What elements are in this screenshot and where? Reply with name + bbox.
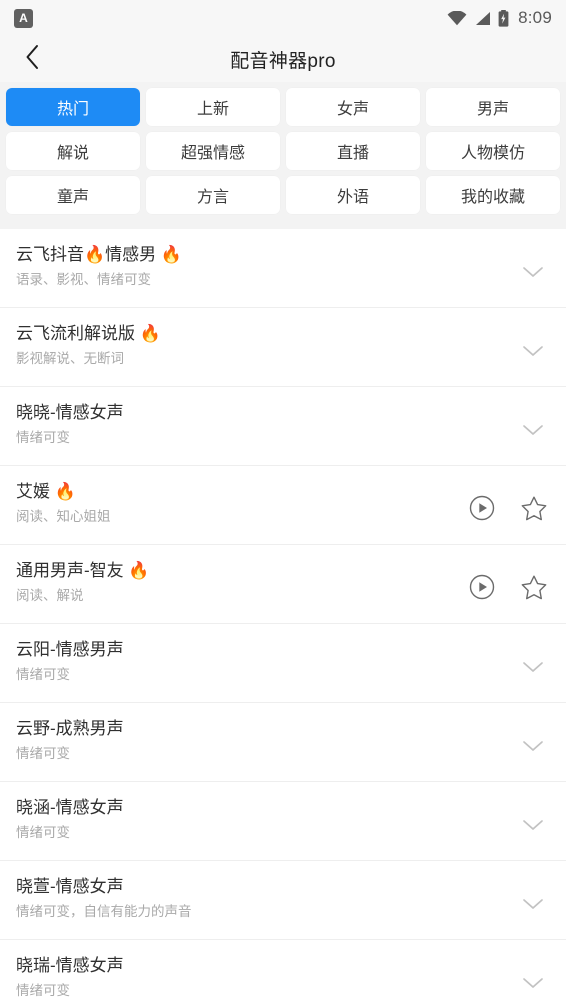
voice-list-item[interactable]: 云野-成熟男声情绪可变 <box>0 703 566 782</box>
voice-item-texts: 晓涵-情感女声情绪可变 <box>16 796 520 844</box>
voice-item-subtitle: 情绪可变 <box>16 667 70 682</box>
chevron-down-icon[interactable] <box>520 654 546 680</box>
voice-item-title: 云阳-情感男声 <box>16 640 124 659</box>
chevron-down-icon[interactable] <box>520 970 546 996</box>
voice-item-title: 晓涵-情感女声 <box>16 798 124 817</box>
voice-item-subtitle: 情绪可变，自信有能力的声音 <box>16 904 192 919</box>
category-chip-label: 我的收藏 <box>460 189 525 206</box>
voice-item-subtitle: 情绪可变 <box>16 430 70 445</box>
category-chip[interactable]: 童声 <box>6 176 140 214</box>
chevron-down-icon[interactable] <box>520 812 546 838</box>
voice-list-item[interactable]: 云飞流利解说版 🔥 影视解说、无断词 <box>0 308 566 387</box>
voice-item-title: 通用男声-智友 🔥 <box>16 561 150 580</box>
cell-signal-icon <box>474 11 491 26</box>
category-chip[interactable]: 直播 <box>286 132 420 170</box>
voice-item-texts: 云阳-情感男声情绪可变 <box>16 638 520 686</box>
category-chip-label: 方言 <box>196 189 229 206</box>
status-bar-clock: 8:09 <box>518 8 552 27</box>
voice-item-texts: 晓萱-情感女声情绪可变，自信有能力的声音 <box>16 875 520 923</box>
category-chip-label: 热门 <box>56 101 89 118</box>
category-chip[interactable]: 女声 <box>286 88 420 126</box>
status-bar: A 8:09 <box>0 0 566 36</box>
chevron-down-icon[interactable] <box>520 733 546 759</box>
voice-list-item[interactable]: 云飞抖音🔥情感男 🔥 语录、影视、情绪可变 <box>0 229 566 308</box>
star-outline-icon[interactable] <box>520 573 548 601</box>
voice-item-subtitle: 情绪可变 <box>16 746 70 761</box>
voice-item-subtitle: 语录、影视、情绪可变 <box>16 272 151 287</box>
voice-item-texts: 艾媛 🔥 阅读、知心姐姐 <box>16 480 468 528</box>
voice-item-actions <box>468 494 548 522</box>
category-chip-label: 童声 <box>56 189 89 206</box>
voice-list-item[interactable]: 晓瑞-情感女声情绪可变 <box>0 940 566 1006</box>
voice-item-title: 云飞流利解说版 🔥 <box>16 324 161 343</box>
voice-item-texts: 晓晓-情感女声情绪可变 <box>16 401 520 449</box>
voice-list-item[interactable]: 晓涵-情感女声情绪可变 <box>0 782 566 861</box>
voice-item-texts: 晓瑞-情感女声情绪可变 <box>16 954 520 1002</box>
chevron-down-icon[interactable] <box>520 891 546 917</box>
voice-item-subtitle: 阅读、解说 <box>16 588 84 603</box>
title-bar: 配音神器pro <box>0 36 566 82</box>
status-bar-left: A <box>14 8 33 28</box>
star-outline-icon[interactable] <box>520 494 548 522</box>
category-chip[interactable]: 我的收藏 <box>426 176 560 214</box>
category-chip[interactable]: 外语 <box>286 176 420 214</box>
voice-list-item[interactable]: 通用男声-智友 🔥 阅读、解说 <box>0 545 566 624</box>
app-root: A 8:09 配音神器pro 热门 上新 女声 男声 解说 超强情感 直播 人物… <box>0 0 566 1006</box>
back-chevron-icon <box>25 44 40 75</box>
category-chip[interactable]: 人物模仿 <box>426 132 560 170</box>
voice-item-texts: 云野-成熟男声情绪可变 <box>16 717 520 765</box>
category-chip-label: 解说 <box>56 145 89 162</box>
play-circle-icon[interactable] <box>468 494 496 522</box>
status-bar-right: 8:09 <box>447 8 552 28</box>
category-chip[interactable]: 方言 <box>146 176 280 214</box>
category-chip-label: 直播 <box>336 145 369 162</box>
voice-item-texts: 云飞抖音🔥情感男 🔥 语录、影视、情绪可变 <box>16 243 520 291</box>
voice-list-item[interactable]: 晓萱-情感女声情绪可变，自信有能力的声音 <box>0 861 566 940</box>
category-chip[interactable]: 超强情感 <box>146 132 280 170</box>
voice-item-title: 晓瑞-情感女声 <box>16 956 124 975</box>
voice-item-texts: 通用男声-智友 🔥 阅读、解说 <box>16 559 468 607</box>
category-filter-grid: 热门 上新 女声 男声解说 超强情感 直播 人物模仿童声 方言 外语 我的收藏 <box>0 82 566 220</box>
voice-item-title: 晓萱-情感女声 <box>16 877 124 896</box>
category-chip-label: 男声 <box>476 101 509 118</box>
category-chip[interactable]: 解说 <box>6 132 140 170</box>
play-circle-icon[interactable] <box>468 573 496 601</box>
category-chip-label: 超强情感 <box>180 145 245 162</box>
voice-list[interactable]: 云飞抖音🔥情感男 🔥 语录、影视、情绪可变云飞流利解说版 🔥 影视解说、无断词晓晓-… <box>0 229 566 1006</box>
voice-item-title: 艾媛 🔥 <box>16 482 76 501</box>
battery-charging-icon <box>498 9 509 27</box>
back-button[interactable] <box>10 36 54 82</box>
category-chip-label: 人物模仿 <box>460 145 525 162</box>
category-chip[interactable]: 热门 <box>6 88 140 126</box>
category-chip[interactable]: 上新 <box>146 88 280 126</box>
voice-item-actions <box>468 573 548 601</box>
app-notification-icon: A <box>14 8 33 28</box>
voice-item-title: 云飞抖音🔥情感男 🔥 <box>16 245 183 264</box>
voice-item-subtitle: 阅读、知心姐姐 <box>16 509 111 524</box>
voice-item-title: 晓晓-情感女声 <box>16 403 124 422</box>
category-chip-label: 外语 <box>336 189 369 206</box>
voice-list-item[interactable]: 晓晓-情感女声情绪可变 <box>0 387 566 466</box>
wifi-icon <box>447 10 467 26</box>
voice-item-subtitle: 情绪可变 <box>16 825 70 840</box>
chevron-down-icon[interactable] <box>520 259 546 285</box>
chevron-down-icon[interactable] <box>520 338 546 364</box>
voice-item-title: 云野-成熟男声 <box>16 719 124 738</box>
chevron-down-icon[interactable] <box>520 417 546 443</box>
category-chip[interactable]: 男声 <box>426 88 560 126</box>
voice-list-item[interactable]: 艾媛 🔥 阅读、知心姐姐 <box>0 466 566 545</box>
voice-item-texts: 云飞流利解说版 🔥 影视解说、无断词 <box>16 322 520 370</box>
category-chip-label: 女声 <box>336 101 369 118</box>
page-title: 配音神器pro <box>230 50 336 72</box>
voice-list-item[interactable]: 云阳-情感男声情绪可变 <box>0 624 566 703</box>
voice-item-subtitle: 影视解说、无断词 <box>16 351 124 366</box>
category-chip-label: 上新 <box>196 101 229 118</box>
voice-item-subtitle: 情绪可变 <box>16 983 70 998</box>
